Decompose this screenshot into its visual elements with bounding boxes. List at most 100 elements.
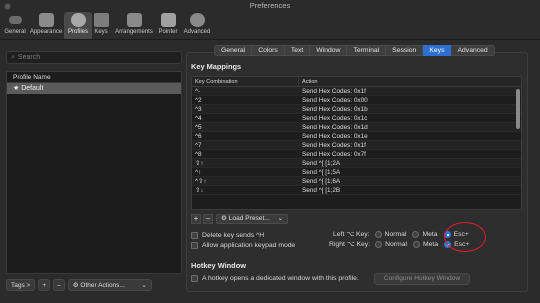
- window-titlebar: Preferences: [0, 0, 540, 12]
- toolbar-label-appearance: Appearance: [29, 29, 63, 35]
- action-cell: Send Hex Codes: 0x1e: [302, 133, 368, 140]
- action-cell: Send ^[ [1;2B: [302, 187, 341, 194]
- add-profile-button[interactable]: +: [38, 279, 51, 291]
- toolbar-pointer[interactable]: Pointer: [157, 12, 179, 40]
- table-row[interactable]: ⇧↓ Send ^[ [1;2B: [192, 186, 521, 195]
- action-cell: Send Hex Codes: 0x1f: [302, 142, 366, 149]
- checkbox-box: [191, 242, 198, 249]
- configure-hotkey-window-button[interactable]: Configure Hotkey Window: [374, 273, 470, 285]
- table-row[interactable]: ⇧↑ Send ^[ [1;2A: [192, 159, 521, 168]
- table-row[interactable]: ^- Send Hex Codes: 0x1f: [192, 87, 521, 96]
- other-actions-button[interactable]: ⚙ Other Actions... ⌄: [67, 279, 152, 291]
- key-combination-cell: ^6: [195, 133, 202, 140]
- key-combination-cell: ^5: [195, 124, 202, 131]
- tab-advanced[interactable]: Advanced: [451, 45, 495, 56]
- tab-window[interactable]: Window: [310, 45, 348, 56]
- key-mappings-table: Key Combination Action ^- Send Hex Codes:…: [191, 76, 522, 210]
- keys-icon: [93, 13, 109, 27]
- key-mappings-title: Key Mappings: [191, 62, 242, 71]
- radio-label: Meta: [422, 240, 439, 248]
- toolbar-label-pointer: Pointer: [158, 29, 178, 35]
- hotkey-checkbox-label: A hotkey opens a dedicated window with t…: [202, 275, 359, 282]
- toolbar-label-arrangements: Arrangements: [115, 29, 153, 35]
- allow-keypad-label: Allow application keypad mode: [202, 242, 296, 249]
- remove-mapping-button[interactable]: –: [203, 214, 213, 224]
- key-combination-cell: ^⇧↑: [195, 178, 207, 185]
- gear-icon: [189, 13, 205, 27]
- profile-item-default[interactable]: ★ Default: [7, 83, 181, 94]
- toolbar-appearance[interactable]: Appearance: [30, 12, 62, 40]
- key-combination-cell: ^4: [195, 115, 202, 122]
- table-row[interactable]: ^2 Send Hex Codes: 0x00: [192, 96, 521, 105]
- table-row[interactable]: ^6 Send Hex Codes: 0x1e: [192, 132, 521, 141]
- delete-sends-h-checkbox[interactable]: Delete key sends ^H: [191, 232, 264, 239]
- right-key-normal-radio[interactable]: Normal: [375, 240, 407, 248]
- key-combination-cell: ^2: [195, 97, 202, 104]
- hotkey-checkbox[interactable]: A hotkey opens a dedicated window with t…: [191, 275, 359, 282]
- action-cell: Send ^[ [1;2A: [302, 160, 341, 167]
- toolbar-keys[interactable]: Keys: [93, 12, 109, 40]
- profiles-sidebar: ⌕ Search Profile Name ★ Default: [4, 46, 182, 274]
- toolbar-advanced[interactable]: Advanced: [182, 12, 212, 40]
- table-row[interactable]: ^5 Send Hex Codes: 0x1d: [192, 123, 521, 132]
- key-combination-cell: ^↑: [195, 169, 202, 176]
- tab-terminal[interactable]: Terminal: [347, 45, 387, 56]
- checkbox-box: [191, 232, 198, 239]
- allow-keypad-checkbox[interactable]: Allow application keypad mode: [191, 242, 295, 249]
- checkbox-box: [191, 275, 198, 282]
- delete-sends-h-label: Delete key sends ^H: [202, 232, 265, 239]
- appearance-icon: [38, 13, 54, 27]
- left-option-key-label: Left ⌥ Key:: [333, 231, 370, 238]
- action-cell: Send Hex Codes: 0x7f: [302, 151, 366, 158]
- toolbar-label-advanced: Advanced: [183, 29, 211, 35]
- profile-tabs: General Colors Text Window Terminal Sess…: [214, 45, 495, 56]
- table-row[interactable]: ^3 Send Hex Codes: 0x1b: [192, 105, 521, 114]
- tab-session[interactable]: Session: [386, 45, 424, 56]
- window-title: Preferences: [249, 1, 291, 10]
- left-key-normal-radio[interactable]: Normal: [374, 230, 407, 238]
- toolbar-label-profiles: Profiles: [67, 29, 88, 35]
- table-row[interactable]: ^⇧↑ Send ^[ [1;6A: [192, 177, 521, 186]
- right-key-meta-radio[interactable]: Meta: [412, 240, 439, 248]
- radio-label: Meta: [422, 230, 438, 238]
- column-action[interactable]: Action: [299, 77, 318, 86]
- close-window-button[interactable]: [4, 3, 11, 10]
- remove-profile-button[interactable]: –: [53, 279, 65, 291]
- action-cell: Send Hex Codes: 0x1d: [302, 124, 368, 131]
- tab-colors[interactable]: Colors: [252, 45, 285, 56]
- tab-text[interactable]: Text: [284, 45, 311, 56]
- action-cell: Send Hex Codes: 0x1b: [302, 106, 368, 113]
- toolbar-general[interactable]: General: [4, 12, 26, 40]
- annotation-circle: [444, 222, 486, 252]
- action-cell: Send Hex Codes: 0x1f: [302, 88, 366, 95]
- key-combination-cell: ⇧↓: [195, 187, 204, 194]
- toolbar-arrangements[interactable]: Arrangements: [113, 12, 155, 40]
- add-mapping-button[interactable]: +: [191, 214, 201, 224]
- load-preset-button[interactable]: ⚙ Load Preset... ⌄: [216, 214, 289, 224]
- key-combination-cell: ^7: [195, 142, 202, 149]
- switch-icon: [8, 16, 22, 24]
- table-row[interactable]: ^↑ Send ^[ [1;5A: [192, 168, 521, 177]
- tab-general[interactable]: General: [214, 45, 253, 56]
- key-combination-cell: ^3: [195, 106, 202, 113]
- profiles-bottom-bar: Tags > + – ⚙ Other Actions... ⌄: [6, 278, 152, 292]
- search-input[interactable]: ⌕ Search: [6, 51, 182, 64]
- table-row[interactable]: ^4 Send Hex Codes: 0x1c: [192, 114, 521, 123]
- tab-keys[interactable]: Keys: [423, 45, 452, 56]
- chevron-down-icon: ⌄: [277, 215, 284, 222]
- left-key-meta-radio[interactable]: Meta: [412, 230, 438, 238]
- column-key-combination[interactable]: Key Combination: [192, 77, 299, 86]
- tags-button[interactable]: Tags >: [6, 279, 36, 291]
- table-row[interactable]: ^7 Send Hex Codes: 0x1f: [192, 141, 521, 150]
- table-row[interactable]: ^8 Send Hex Codes: 0x7f: [192, 150, 521, 159]
- key-mappings-header: Key Combination Action: [192, 77, 521, 87]
- key-mappings-scrollbar[interactable]: [516, 89, 520, 129]
- right-option-key-label: Right ⌥ Key:: [329, 241, 371, 248]
- arrangements-icon: [126, 13, 142, 27]
- toolbar-profiles[interactable]: Profiles: [66, 12, 90, 40]
- radio-label: Normal: [384, 230, 407, 238]
- profile-list: Profile Name ★ Default: [6, 71, 182, 274]
- radio-label: Normal: [385, 240, 407, 248]
- profile-list-header[interactable]: Profile Name: [7, 72, 181, 83]
- other-actions-label: ⚙ Other Actions...: [72, 282, 125, 289]
